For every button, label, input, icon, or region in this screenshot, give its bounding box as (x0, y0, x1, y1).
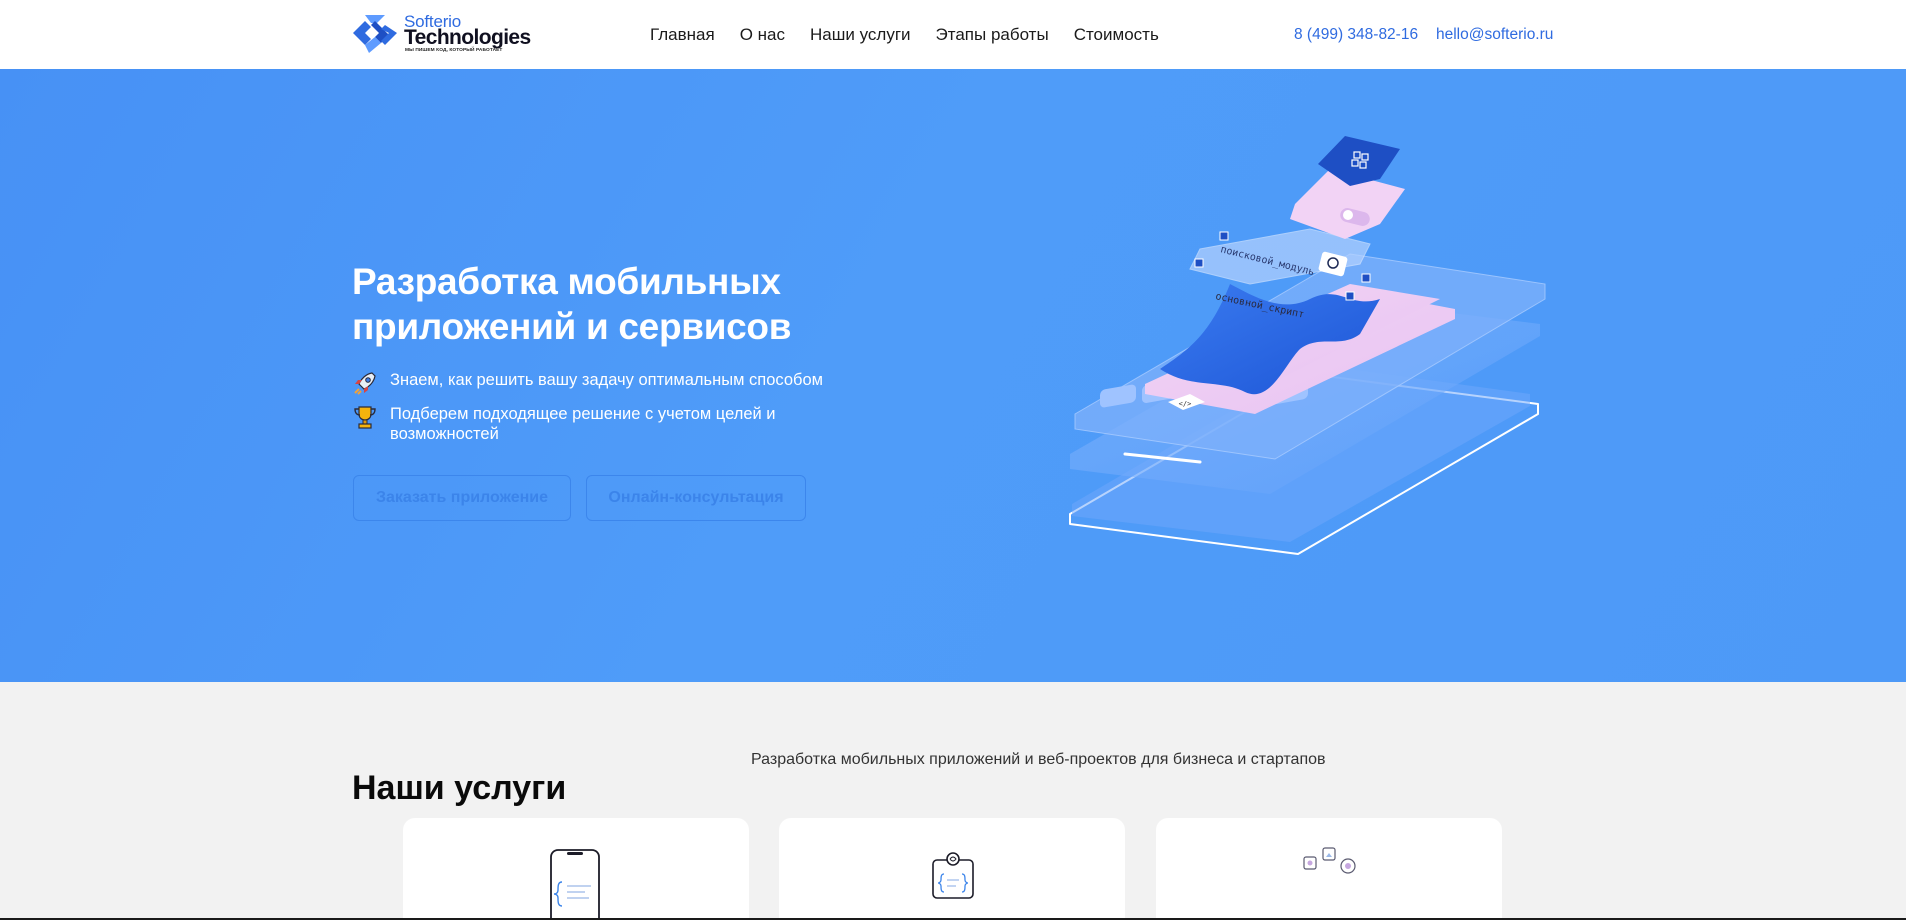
feature-item: Подберем подходящее решение с учетом цел… (352, 404, 840, 444)
site-header: Softerio Technologies МЫ ПИШЕМ КОД, КОТО… (0, 0, 1906, 69)
hero-section: Разработка мобильных приложений и сервис… (0, 69, 1906, 682)
nav-item-about[interactable]: О нас (740, 24, 785, 46)
services-title: Наши услуги (352, 769, 567, 807)
service-card[interactable] (779, 818, 1125, 920)
hero-title: Разработка мобильных приложений и сервис… (352, 261, 792, 347)
logo-mark-icon (353, 15, 397, 53)
feature-text: Знаем, как решить вашу задачу оптимальны… (390, 371, 823, 389)
services-subtitle: Разработка мобильных приложений и веб-пр… (751, 751, 1326, 768)
feature-text: Подберем подходящее решение с учетом цел… (390, 405, 776, 443)
code-tag-label: </> (1179, 400, 1192, 408)
mobile-code-icon (550, 849, 600, 920)
logo[interactable]: Softerio Technologies МЫ ПИШЕМ КОД, КОТО… (351, 11, 531, 55)
email-link[interactable]: hello@softerio.ru (1436, 26, 1553, 44)
phone-layers-illustration: основной_скрипт </> поисковой_модуль (1069, 136, 1546, 555)
design-elements-icon (1303, 847, 1356, 874)
nav-item-pricing[interactable]: Стоимость (1074, 24, 1159, 46)
trophy-icon (354, 406, 376, 429)
phone-link[interactable]: 8 (499) 348-82-16 (1294, 26, 1418, 44)
nav-item-stages[interactable]: Этапы работы (936, 24, 1049, 46)
logo-tagline: МЫ ПИШЕМ КОД, КОТОРЫЙ РАБОТАЕТ (405, 48, 503, 53)
rocket-icon (354, 372, 376, 395)
logo-text-technologies: Technologies (404, 26, 531, 49)
main-nav: Главная О нас Наши услуги Этапы работы С… (650, 24, 1184, 46)
order-app-button[interactable]: Заказать приложение (353, 475, 571, 521)
nav-item-home[interactable]: Главная (650, 24, 715, 46)
service-card[interactable] (1156, 818, 1502, 920)
service-card[interactable] (403, 818, 749, 920)
web-code-icon (932, 852, 974, 899)
consultation-button[interactable]: Онлайн-консультация (586, 475, 806, 521)
feature-item: Знаем, как решить вашу задачу оптимальны… (352, 370, 840, 396)
nav-item-services[interactable]: Наши услуги (810, 24, 911, 46)
